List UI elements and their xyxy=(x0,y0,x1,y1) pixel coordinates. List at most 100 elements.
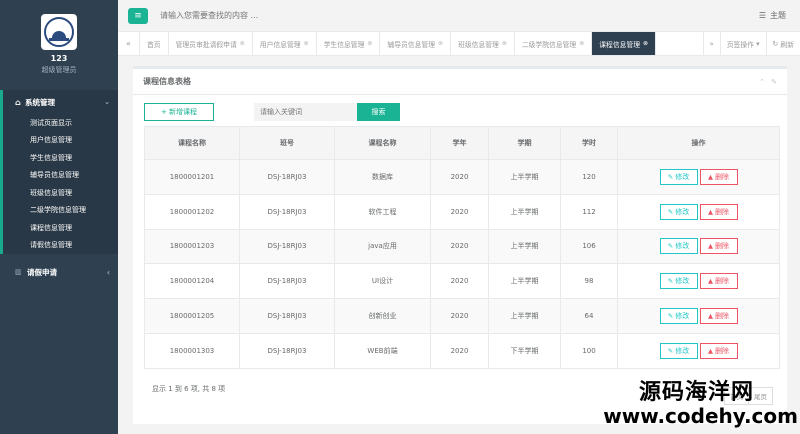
tab-courses[interactable]: 课程信息管理 ⊗ xyxy=(592,32,657,55)
tab-students[interactable]: 学生信息管理 ⊗ xyxy=(317,32,381,55)
tab-label: 班级信息管理 xyxy=(458,40,499,49)
warning-icon: ▲ xyxy=(708,346,713,355)
theme-button[interactable]: ☰ 主题 xyxy=(759,10,786,21)
tab-colleges[interactable]: 二级学院信息管理 ⊗ xyxy=(515,32,593,55)
wrench-icon[interactable]: ✎ xyxy=(771,78,777,86)
edit-button[interactable]: ✎ 修改 xyxy=(659,238,698,255)
sidebar-item-students[interactable]: 学生信息管理 xyxy=(3,149,118,167)
keyword-input[interactable] xyxy=(254,103,357,121)
close-icon[interactable]: ⊗ xyxy=(643,40,648,47)
tab-label: 二级学院信息管理 xyxy=(521,40,577,49)
delete-button[interactable]: ▲ 删除 xyxy=(699,273,738,290)
university-seal-icon xyxy=(44,17,74,47)
theme-label: 主题 xyxy=(770,11,786,20)
user-role: 超级管理员 xyxy=(41,66,77,74)
course-panel: 课程信息表格 ⌃ ✎ + 新增课程 搜索 课程名称 班号 课程名称 学年 学期 … xyxy=(133,66,787,424)
tab-label: 课程信息管理 xyxy=(599,40,641,49)
table-cell: 上半学期 xyxy=(488,159,561,195)
sidebar-item-leaves[interactable]: 请假信息管理 xyxy=(3,237,118,255)
sidebar-item-courses[interactable]: 课程信息管理 xyxy=(3,219,118,237)
sidebar-item-test-page[interactable]: 测试页面显示 xyxy=(3,114,118,132)
edit-label: 修改 xyxy=(675,172,690,181)
table-cell: 98 xyxy=(560,263,618,300)
collapse-icon[interactable]: ⌃ xyxy=(759,78,765,86)
nav-leave-request[interactable]: ▥ 请假申请 ‹ xyxy=(0,260,118,284)
tab-classes[interactable]: 班级信息管理 ⊗ xyxy=(451,32,515,55)
sidebar-item-users[interactable]: 用户信息管理 xyxy=(3,132,118,150)
close-icon[interactable]: ⊗ xyxy=(579,40,584,47)
edit-button[interactable]: ✎ 修改 xyxy=(659,308,698,325)
delete-button[interactable]: ▲ 删除 xyxy=(699,308,738,325)
page-ops-dropdown[interactable]: 页签操作 ▾ xyxy=(719,32,766,55)
delete-button[interactable]: ▲ 删除 xyxy=(699,203,738,220)
col-header[interactable]: 学年 xyxy=(430,126,489,160)
warning-icon: ▲ xyxy=(708,172,713,181)
table-cell: 2020 xyxy=(430,228,489,265)
tab-label: 辅导员信息管理 xyxy=(387,40,435,49)
close-icon[interactable]: ⊗ xyxy=(367,40,372,47)
username[interactable]: 123 xyxy=(0,54,118,63)
sidebar-item-classes[interactable]: 班级信息管理 xyxy=(3,184,118,202)
nav-system-management[interactable]: ⌂ 系统管理 ⌄ xyxy=(3,90,118,114)
col-header[interactable]: 学期 xyxy=(488,126,561,160)
table-cell: UI设计 xyxy=(334,263,431,300)
col-header[interactable]: 课程名称 xyxy=(334,126,431,160)
table-cell: 106 xyxy=(560,228,618,265)
col-header: 操作 xyxy=(617,126,780,160)
delete-button[interactable]: ▲ 删除 xyxy=(699,342,738,359)
edit-button[interactable]: ✎ 修改 xyxy=(659,168,698,185)
close-icon[interactable]: ⊗ xyxy=(502,40,507,47)
avatar[interactable] xyxy=(41,14,77,50)
table-cell: DSJ-18RJ03 xyxy=(239,228,335,265)
table-cell: 1800001303 xyxy=(144,332,240,369)
chevron-down-icon: ⌄ xyxy=(104,98,110,106)
menu-toggle-button[interactable]: ≡ xyxy=(128,7,148,24)
global-search-input[interactable] xyxy=(160,11,460,20)
table-cell: 100 xyxy=(560,332,618,369)
add-course-button[interactable]: + 新增课程 xyxy=(144,103,214,121)
tab-scroll-right-icon[interactable]: » xyxy=(702,32,720,55)
delete-button[interactable]: ▲ 删除 xyxy=(699,238,738,255)
actions-cell: ✎ 修改 ▲ 删除 xyxy=(617,193,780,230)
refresh-button[interactable]: ↻ 刷新 xyxy=(765,32,800,55)
close-icon[interactable]: ⊗ xyxy=(240,40,245,47)
sidebar-item-counselors[interactable]: 辅导员信息管理 xyxy=(3,167,118,185)
col-header[interactable]: 班号 xyxy=(239,126,335,160)
refresh-icon: ↻ xyxy=(772,39,779,48)
table-cell: 2020 xyxy=(430,263,489,300)
tab-users[interactable]: 用户信息管理 ⊗ xyxy=(253,32,317,55)
close-icon[interactable]: ⊗ xyxy=(438,40,443,47)
tab-home[interactable]: 首页 xyxy=(140,32,169,55)
col-header[interactable]: 课程名称 xyxy=(144,126,240,160)
refresh-label: 刷新 xyxy=(780,40,794,49)
close-icon[interactable]: ⊗ xyxy=(304,40,309,47)
table-cell: 1800001202 xyxy=(144,193,240,230)
tab-leave-approval[interactable]: 管理员审批请假申请 ⊗ xyxy=(169,32,253,55)
delete-button[interactable]: ▲ 删除 xyxy=(699,168,738,185)
search-button[interactable]: 搜索 xyxy=(357,103,400,121)
edit-label: 修改 xyxy=(675,346,690,355)
delete-label: 删除 xyxy=(715,207,729,216)
hamburger-icon: ≡ xyxy=(134,10,142,21)
warning-icon: ▲ xyxy=(708,277,713,286)
nav-group-system: ⌂ 系统管理 ⌄ 测试页面显示 用户信息管理 学生信息管理 辅导员信息管理 班级… xyxy=(0,90,118,254)
col-header[interactable]: 学时 xyxy=(560,126,618,160)
actions-cell: ✎ 修改 ▲ 删除 xyxy=(617,332,780,369)
edit-label: 修改 xyxy=(675,207,690,216)
course-table: 课程名称 班号 课程名称 学年 学期 学时 操作 1800001201 DSJ-… xyxy=(144,126,780,369)
table-cell: 120 xyxy=(560,159,618,195)
edit-button[interactable]: ✎ 修改 xyxy=(659,203,698,220)
tab-counselors[interactable]: 辅导员信息管理 ⊗ xyxy=(380,32,452,55)
edit-icon: ✎ xyxy=(667,346,674,355)
delete-label: 删除 xyxy=(715,172,729,181)
edit-button[interactable]: ✎ 修改 xyxy=(659,342,698,359)
table-cell: 下半学期 xyxy=(488,332,561,369)
table-cell: 2020 xyxy=(430,298,489,334)
sidebar-item-colleges[interactable]: 二级学院信息管理 xyxy=(3,202,118,220)
nav-leave-label: 请假申请 xyxy=(27,267,57,277)
edit-button[interactable]: ✎ 修改 xyxy=(659,273,698,290)
table-cell: DSJ-18RJ03 xyxy=(239,193,335,230)
table-row: 1800001203 DSJ-18RJ03 java应用 2020 上半学期 1… xyxy=(144,228,780,265)
table-cell: DSJ-18RJ03 xyxy=(239,263,335,300)
tab-scroll-left-icon[interactable]: « xyxy=(118,32,140,55)
